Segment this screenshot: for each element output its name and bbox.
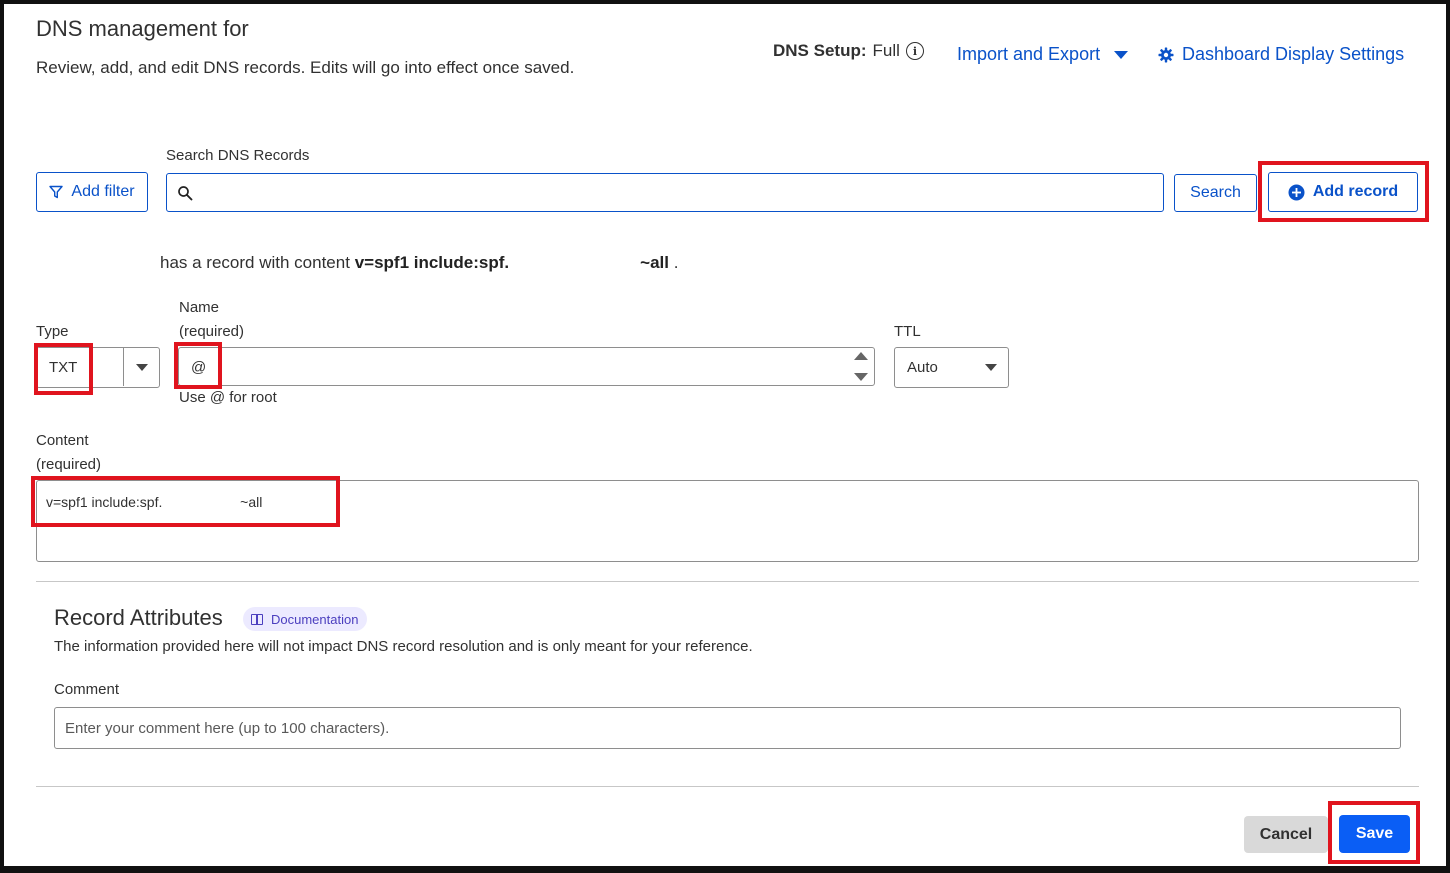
content-required: (required) xyxy=(36,456,102,473)
section-divider xyxy=(36,581,1419,582)
record-summary-suffix: . xyxy=(673,253,679,272)
caret-down-icon xyxy=(136,364,148,371)
content-textarea[interactable]: v=spf1 include:spf. ~all xyxy=(36,480,1419,562)
add-filter-button[interactable]: Add filter xyxy=(36,172,148,212)
name-label: Name xyxy=(179,299,220,316)
type-value: TXT xyxy=(49,359,78,376)
save-button[interactable]: Save xyxy=(1339,815,1410,853)
dns-setup-label: DNS Setup: xyxy=(773,41,867,60)
documentation-label: Documentation xyxy=(271,611,359,627)
search-icon xyxy=(178,185,193,200)
documentation-link[interactable]: Documentation xyxy=(243,607,368,631)
spin-down-icon[interactable] xyxy=(854,373,868,381)
ttl-select[interactable]: Auto xyxy=(894,347,1009,388)
content-value: v=spf1 include:spf. ~all xyxy=(46,494,263,510)
search-button-label: Search xyxy=(1190,184,1241,201)
dashboard-settings-label: Dashboard Display Settings xyxy=(1182,44,1405,64)
filter-icon xyxy=(49,185,64,199)
dns-setup-value: Full xyxy=(872,41,900,60)
comment-placeholder: Enter your comment here (up to 100 chara… xyxy=(65,720,390,737)
save-label: Save xyxy=(1355,825,1394,842)
book-icon xyxy=(251,613,263,625)
dns-setup-status: DNS Setup: Full i xyxy=(773,41,924,61)
record-content-end: ~all xyxy=(640,253,669,272)
add-record-button[interactable]: Add record xyxy=(1268,172,1418,212)
import-export-label: Import and Export xyxy=(957,44,1101,64)
record-content-start: v=spf1 include:spf. xyxy=(354,253,510,272)
ttl-value: Auto xyxy=(907,359,938,376)
name-value: @ xyxy=(191,359,207,376)
record-summary: has a record with content v=spf1 include… xyxy=(160,253,678,273)
content-label: Content xyxy=(36,432,89,449)
page-subtitle: Review, add, and edit DNS records. Edits… xyxy=(36,58,575,77)
cancel-button[interactable]: Cancel xyxy=(1244,816,1328,853)
import-export-dropdown[interactable]: Import and Export xyxy=(957,44,1129,65)
caret-down-icon xyxy=(1114,50,1129,59)
name-required: (required) xyxy=(179,323,245,340)
ttl-label: TTL xyxy=(894,323,921,340)
type-label: Type xyxy=(36,323,69,340)
caret-down-icon xyxy=(985,364,997,371)
cancel-label: Cancel xyxy=(1259,825,1313,843)
info-icon[interactable]: i xyxy=(905,42,924,60)
add-filter-label: Add filter xyxy=(71,183,135,200)
plus-circle-icon xyxy=(1288,184,1305,200)
gear-icon xyxy=(1158,47,1174,62)
record-attributes-description: The information provided here will not i… xyxy=(54,638,753,655)
name-input[interactable]: @ xyxy=(178,347,875,386)
footer-divider xyxy=(36,786,1419,787)
record-summary-prefix: has a record with content xyxy=(160,253,350,272)
search-button[interactable]: Search xyxy=(1174,174,1257,212)
comment-input[interactable]: Enter your comment here (up to 100 chara… xyxy=(54,707,1401,749)
dashboard-display-settings-link[interactable]: Dashboard Display Settings xyxy=(1158,44,1404,65)
name-hint: Use @ for root xyxy=(179,389,277,406)
search-label: Search DNS Records xyxy=(166,147,310,164)
select-separator xyxy=(123,348,124,386)
type-select[interactable]: TXT xyxy=(36,347,160,388)
spin-up-icon[interactable] xyxy=(854,352,868,360)
record-attributes-title: Record Attributes xyxy=(54,605,223,630)
comment-label: Comment xyxy=(54,681,120,698)
add-record-label: Add record xyxy=(1312,183,1399,200)
page-title: DNS management for xyxy=(36,16,249,41)
search-input[interactable] xyxy=(166,173,1164,212)
